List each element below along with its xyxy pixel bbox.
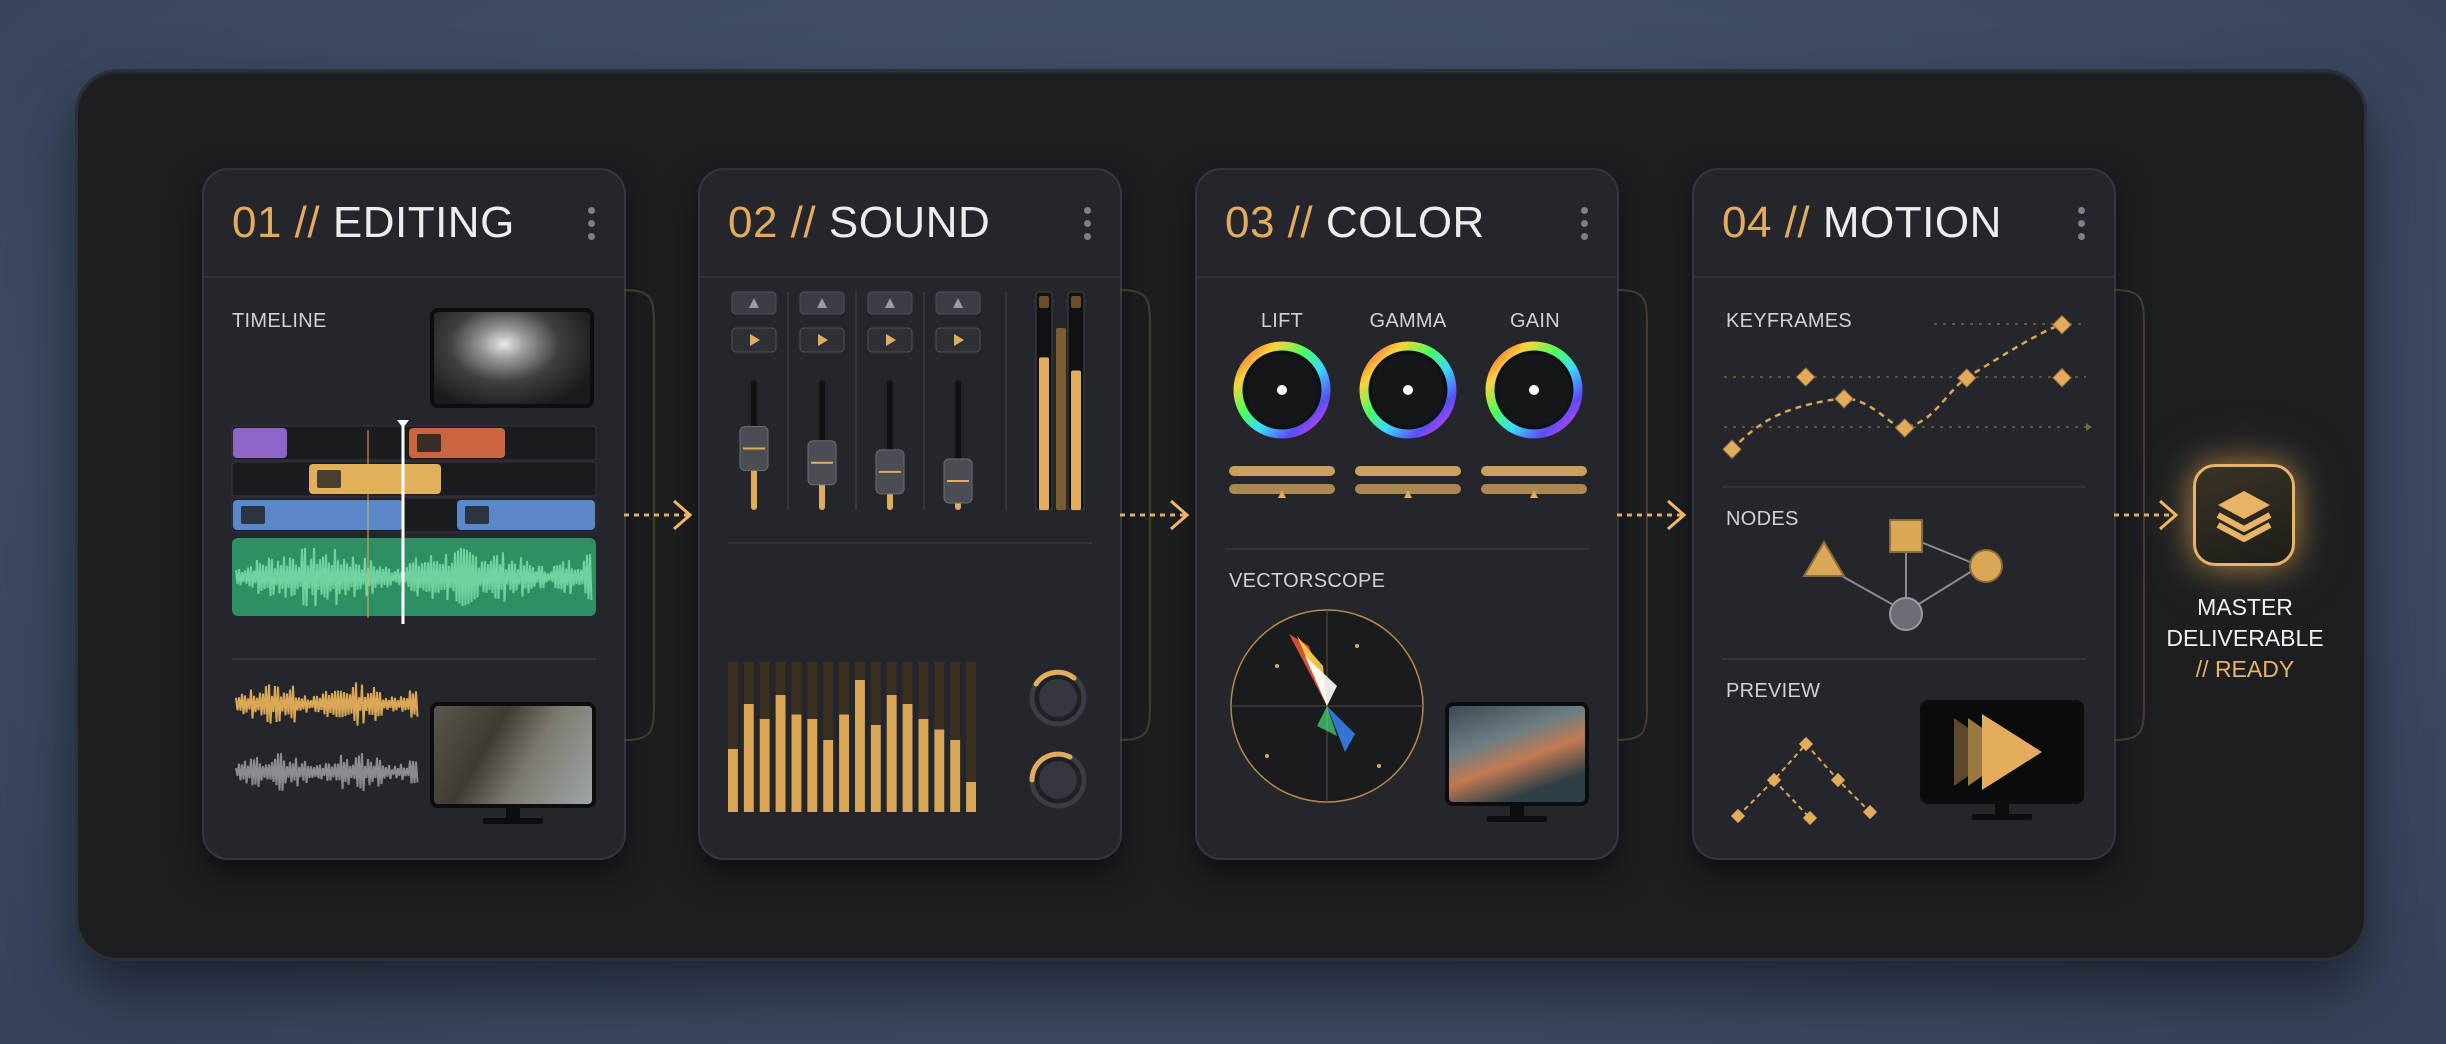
connector-arrow	[1616, 289, 1687, 741]
connector-arrow	[1119, 289, 1190, 741]
final-line-1: MASTER	[2197, 594, 2293, 620]
pipeline-connectors	[623, 289, 2179, 741]
final-line-2: DELIVERABLE	[2166, 625, 2324, 651]
layers-icon[interactable]	[2193, 464, 2295, 566]
final-deliverable-text: MASTER DELIVERABLE // READY	[2140, 592, 2350, 685]
final-line-3: // READY	[2195, 656, 2295, 682]
connector-arrow	[623, 289, 693, 741]
